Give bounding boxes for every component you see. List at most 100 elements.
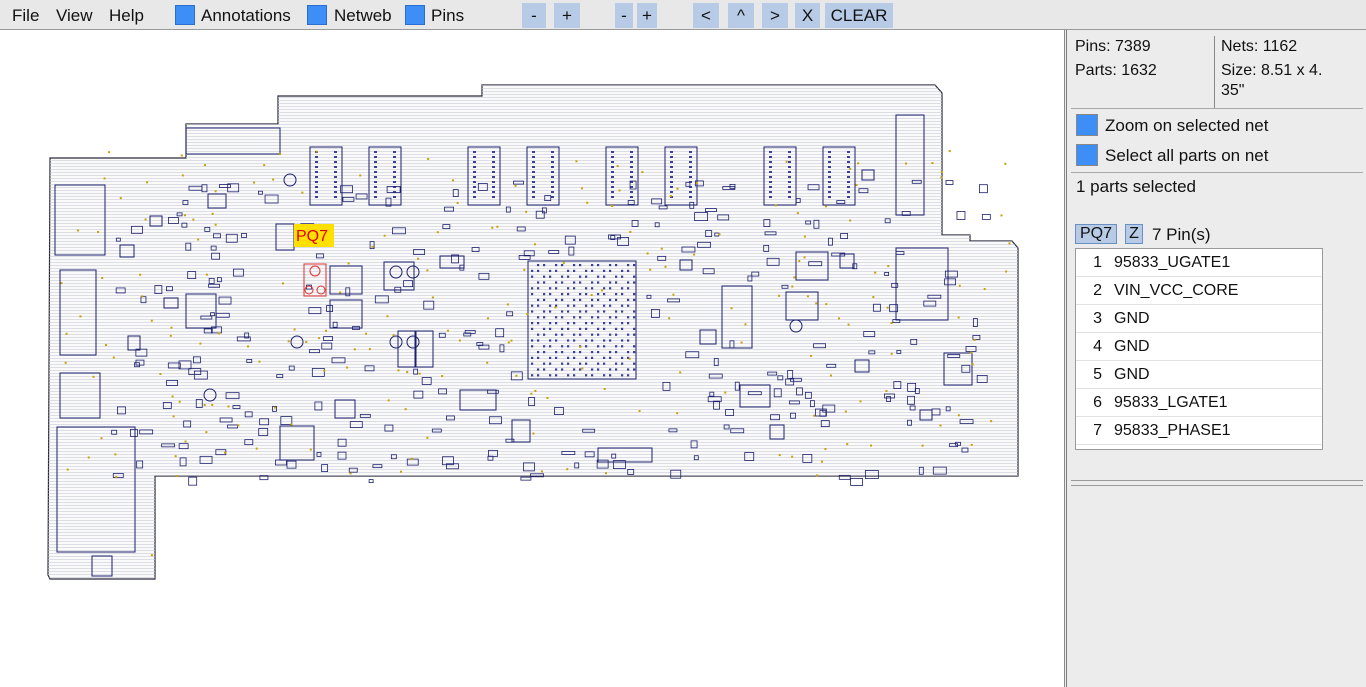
memory-chip-pad — [828, 191, 831, 193]
cpu-ball — [573, 351, 576, 354]
pin-net: GND — [1114, 310, 1150, 327]
pin-row[interactable]: 3 GND — [1076, 305, 1322, 333]
cpu-ball — [531, 356, 534, 359]
memory-chip-pad — [670, 156, 673, 158]
clear-button[interactable]: CLEAR — [825, 3, 893, 28]
cpu-ball — [591, 333, 594, 336]
pins-label[interactable]: Pins — [431, 0, 464, 29]
select-all-parts-label[interactable]: Select all parts on net — [1105, 146, 1268, 166]
cpu-ball — [579, 275, 582, 278]
scale-down-button[interactable]: - — [615, 3, 633, 28]
test-pad — [112, 356, 115, 359]
memory-chip-pad — [788, 156, 791, 158]
test-pad — [349, 472, 352, 475]
test-pad — [849, 167, 852, 170]
board-view[interactable]: PQ7 — [0, 30, 1065, 687]
cpu-ball — [573, 281, 576, 284]
test-pad — [447, 329, 450, 332]
next-button[interactable]: > — [762, 3, 788, 28]
cpu-ball — [543, 310, 546, 313]
cpu-ball — [573, 316, 576, 319]
zoom-out-button[interactable]: - — [522, 3, 546, 28]
cpu-ball — [609, 374, 612, 377]
test-pad — [65, 332, 68, 335]
test-pad — [849, 219, 852, 222]
memory-chip-pad — [532, 151, 535, 153]
cpu-ball — [615, 293, 618, 296]
cpu-ball — [615, 351, 618, 354]
zoom-in-button[interactable]: + — [554, 3, 580, 28]
netweb-checkbox[interactable] — [307, 5, 327, 25]
test-pad — [255, 447, 258, 450]
memory-chip-pad — [492, 196, 495, 198]
cpu-ball — [579, 368, 582, 371]
test-pad — [397, 369, 400, 372]
cpu-ball — [627, 351, 630, 354]
memory-chip-pad — [769, 181, 772, 183]
cpu-ball — [543, 351, 546, 354]
up-button[interactable]: ^ — [728, 3, 754, 28]
scale-up-button[interactable]: + — [637, 3, 657, 28]
pin-row[interactable]: 2 VIN_VCC_CORE — [1076, 277, 1322, 305]
cpu-ball — [555, 287, 558, 290]
memory-chip-pad — [670, 171, 673, 173]
test-pad — [515, 374, 518, 377]
close-button[interactable]: X — [795, 3, 820, 28]
pin-row[interactable]: 5 GND — [1076, 361, 1322, 389]
passive-component — [981, 213, 991, 220]
pins-checkbox[interactable] — [405, 5, 425, 25]
test-pad — [581, 367, 584, 370]
test-pad — [672, 293, 675, 296]
netweb-label[interactable]: Netweb — [334, 0, 392, 29]
annotations-checkbox[interactable] — [175, 5, 195, 25]
pin-row[interactable]: 1 95833_UGATE1 — [1076, 249, 1322, 277]
test-pad — [197, 238, 200, 241]
test-pad — [958, 284, 961, 287]
menu-view[interactable]: View — [56, 0, 93, 29]
cpu-ball — [567, 339, 570, 342]
annotations-label[interactable]: Annotations — [201, 0, 291, 29]
cpu-ball — [555, 368, 558, 371]
menu-help[interactable]: Help — [109, 0, 144, 29]
memory-chip-pad — [473, 186, 476, 188]
select-all-parts-checkbox[interactable] — [1076, 144, 1098, 166]
test-pad — [724, 391, 727, 394]
part-name-button[interactable]: PQ7 — [1075, 224, 1117, 244]
cpu-ball — [561, 275, 564, 278]
pin-list[interactable]: 1 95833_UGATE1 2 VIN_VCC_CORE 3 GND 4 GND 5G… — [1075, 248, 1323, 450]
test-pad — [990, 420, 993, 423]
cpu-ball — [573, 298, 576, 301]
test-pad — [859, 400, 862, 403]
test-pad — [346, 366, 349, 369]
pin-row[interactable]: 6 95833_LGATE1 — [1076, 389, 1322, 417]
test-pad — [870, 444, 873, 447]
board-canvas[interactable]: PQ7 — [0, 30, 1064, 687]
prev-button[interactable]: < — [693, 3, 719, 28]
memory-chip-pad — [611, 161, 614, 163]
pin-row[interactable]: 7 95833_PHASE1 — [1076, 417, 1322, 445]
test-pad — [150, 319, 153, 322]
menu-file[interactable]: File — [12, 0, 39, 29]
memory-chip-pad — [393, 196, 396, 198]
test-pad — [290, 423, 293, 426]
pin-net: GND — [1114, 366, 1150, 383]
memory-chip-pad — [334, 156, 337, 158]
zoom-on-net-checkbox[interactable] — [1076, 114, 1098, 136]
memory-chip-pad — [847, 191, 850, 193]
cpu-ball — [549, 374, 552, 377]
cpu-ball — [633, 275, 636, 278]
cpu-ball — [531, 322, 534, 325]
part-side-button[interactable]: Z — [1125, 224, 1143, 244]
zoom-on-net-label[interactable]: Zoom on selected net — [1105, 116, 1268, 136]
test-pad — [214, 190, 217, 193]
memory-chip-pad — [532, 166, 535, 168]
test-pad — [562, 261, 565, 264]
test-pad — [815, 302, 818, 305]
memory-chip-pad — [315, 161, 318, 163]
pin-row[interactable]: 4 GND — [1076, 333, 1322, 361]
cpu-ball — [585, 374, 588, 377]
test-pad — [237, 424, 240, 427]
cpu-ball — [597, 281, 600, 284]
memory-chip-pad — [374, 166, 377, 168]
cpu-ball — [591, 339, 594, 342]
